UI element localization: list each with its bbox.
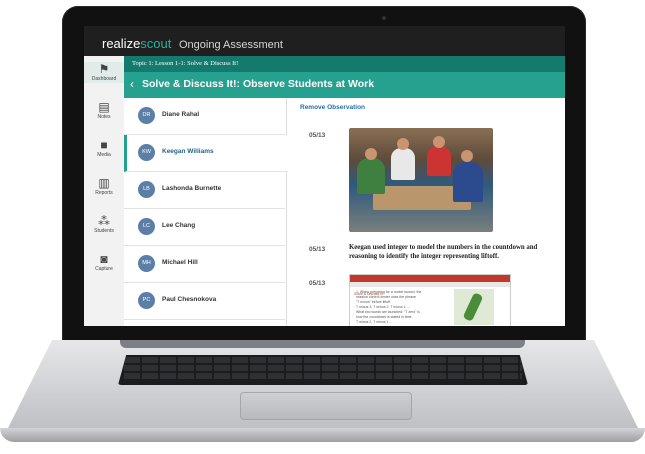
student-name: Diane Rahal [162, 111, 200, 118]
remove-observation-link[interactable]: Remove Observation [300, 104, 365, 111]
camera-icon: ◙ [100, 252, 108, 266]
student-name: Lee Chang [162, 222, 196, 229]
avatar: MH [138, 255, 155, 272]
app-top-bar: realizescout Ongoing Assessment [84, 26, 565, 56]
avatar: LC [138, 218, 155, 235]
nav-capture[interactable]: ◙ Capture [84, 252, 124, 273]
rocket-illustration [454, 289, 494, 325]
module-title: Ongoing Assessment [179, 39, 283, 51]
nav-notes-label: Notes [97, 114, 111, 120]
brand-realize: realize [102, 36, 141, 51]
webcam [382, 16, 386, 20]
avatar: LB [138, 181, 155, 198]
thumb-red-bar [350, 275, 510, 282]
observation-panel: Remove Observation 05/13 05/13 Keegan us… [289, 98, 565, 326]
nav-students-label: Students [94, 228, 114, 234]
screen: realizescout Ongoing Assessment ⚑ Dashbo… [84, 26, 565, 326]
page-header: ‹ Solve & Discuss It!: Observe Students … [124, 72, 565, 98]
student-name: Michael Hill [162, 259, 198, 266]
observation-date: 05/13 [309, 132, 326, 139]
thumb-title-bar: Solve & Discuss It! [350, 282, 510, 296]
bar-chart-icon: ▥ [98, 176, 110, 190]
thumb-line: mission control center uses the phrase [356, 295, 416, 299]
nav-media-label: Media [97, 152, 111, 158]
student-name: Lashonda Burnette [162, 185, 222, 192]
nav-capture-label: Capture [95, 266, 113, 272]
observation-date: 05/13 [309, 280, 326, 287]
student-row-selected[interactable]: KW Keegan Williams [124, 135, 288, 172]
student-row[interactable]: MH Michael Hill [124, 246, 285, 283]
observation-screenshot[interactable]: Solve & Discuss It! 1. When preparing fo… [349, 274, 511, 326]
thumb-line: T minus 3, T minus 2, T minus 1 ... [356, 305, 410, 309]
thumb-line: What two words are launched: "T zero" is [356, 310, 420, 314]
observation-date: 05/13 [309, 246, 326, 253]
observation-photo[interactable] [349, 128, 493, 232]
thumb-line: "T minus" before liftoff. [356, 300, 392, 304]
observation-note: Keegan used integer to model the numbers… [349, 244, 538, 260]
briefcase-icon: ■ [100, 138, 108, 152]
brand-logo[interactable]: realizescout Ongoing Assessment [102, 36, 283, 51]
thumb-line: how the countdown is stated in time. [356, 315, 413, 319]
student-row[interactable]: LB Lashonda Burnette [124, 172, 285, 209]
student-row[interactable]: LC Lee Chang [124, 209, 285, 246]
group-icon: ⁂ [98, 214, 110, 228]
laptop-keyboard [118, 355, 528, 385]
nav-notes[interactable]: ▤ Notes [84, 100, 124, 121]
laptop-front-edge [0, 428, 645, 442]
avatar: KW [138, 144, 155, 161]
student-list: DR Diane Rahal KW Keegan Williams LB Las… [124, 98, 288, 326]
left-nav: ⚑ Dashboard ▤ Notes ■ Media ▥ Reports ⁂ … [84, 56, 125, 326]
brand-scout: scout [140, 36, 172, 51]
nav-media[interactable]: ■ Media [84, 138, 124, 159]
student-row[interactable]: DR Diane Rahal [124, 98, 285, 135]
student-row[interactable]: PC Paul Chesnokova [124, 283, 285, 320]
pin-icon: ⚑ [98, 62, 110, 76]
student-name: Paul Chesnokova [162, 296, 217, 303]
thumb-line: 1. When preparing for a rocket launch, t… [356, 290, 422, 294]
nav-students[interactable]: ⁂ Students [84, 214, 124, 235]
avatar: DR [138, 107, 155, 124]
nav-reports[interactable]: ▥ Reports [84, 176, 124, 197]
nav-reports-label: Reports [95, 190, 113, 196]
page-title: Solve & Discuss It!: Observe Students at… [142, 78, 375, 90]
breadcrumb[interactable]: Topic 1: Lesson 1-1: Solve & Discuss It! [124, 56, 565, 72]
nav-dashboard-label: Dashboard [91, 76, 117, 82]
note-icon: ▤ [98, 100, 110, 114]
laptop-hinge [120, 340, 525, 348]
avatar: PC [138, 292, 155, 309]
chevron-left-icon[interactable]: ‹ [130, 77, 134, 91]
laptop-trackpad [240, 392, 412, 420]
student-name: Keegan Williams [162, 148, 214, 155]
nav-dashboard[interactable]: ⚑ Dashboard [84, 62, 124, 83]
thumb-line: T minus 2, T minus 1 ... [356, 320, 393, 324]
